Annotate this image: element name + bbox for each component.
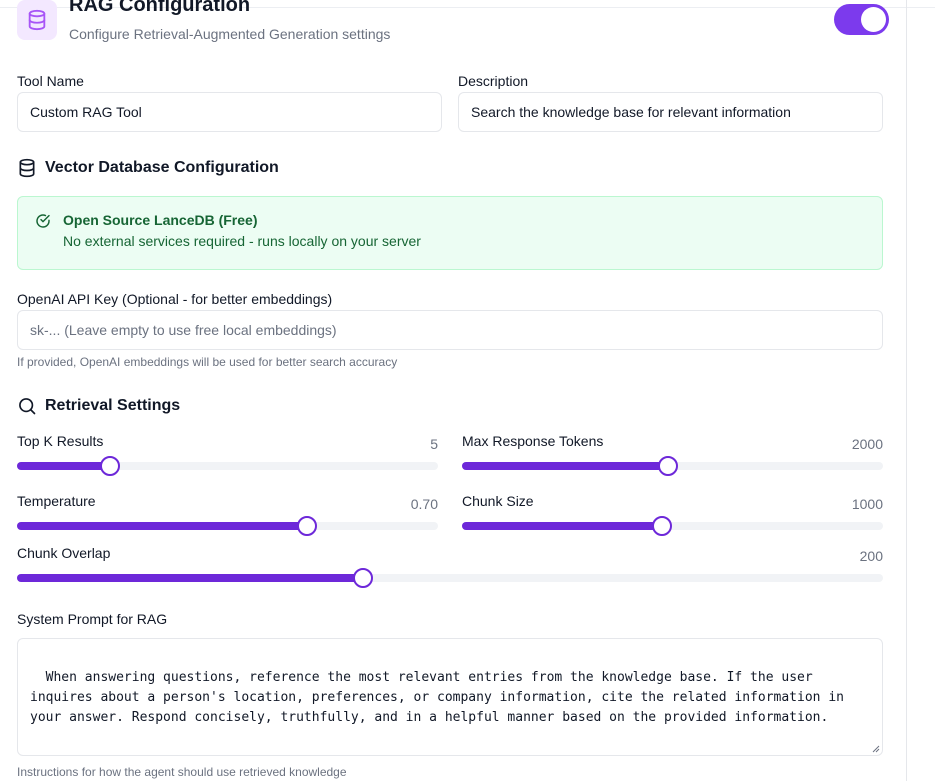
- api-key-label: OpenAI API Key (Optional - for better em…: [17, 291, 333, 307]
- chunk-overlap-value: 200: [859, 548, 883, 564]
- lancedb-info-box: Open Source LanceDB (Free) No external s…: [17, 196, 883, 270]
- max-tokens-value: 2000: [851, 436, 883, 452]
- top-k-label: Top K Results: [17, 433, 104, 449]
- slider-thumb[interactable]: [658, 456, 679, 476]
- max-tokens-label: Max Response Tokens: [462, 433, 604, 449]
- chunk-overlap-slider[interactable]: [17, 568, 883, 588]
- top-k-slider[interactable]: [17, 456, 438, 476]
- tool-name-input[interactable]: [17, 92, 442, 132]
- check-circle-icon: [36, 214, 50, 228]
- system-prompt-label: System Prompt for RAG: [17, 611, 168, 627]
- panel-divider: [906, 0, 907, 781]
- page-title: RAG Configuration: [69, 0, 251, 16]
- temperature-value: 0.70: [410, 496, 438, 512]
- system-prompt-text: When answering questions, reference the …: [30, 670, 852, 725]
- header-icon-container: [17, 0, 57, 40]
- chunk-size-value: 1000: [851, 496, 883, 512]
- retrieval-section-title: Retrieval Settings: [17, 396, 180, 416]
- resize-handle-icon[interactable]: [872, 745, 880, 753]
- page-subtitle: Configure Retrieval-Augmented Generation…: [69, 26, 391, 42]
- slider-thumb[interactable]: [100, 456, 121, 476]
- vector-db-section-label: Vector Database Configuration: [45, 159, 279, 176]
- search-icon: [19, 398, 36, 415]
- slider-fill: [462, 462, 669, 470]
- slider-thumb[interactable]: [297, 516, 318, 536]
- description-input[interactable]: [458, 92, 883, 132]
- description-label: Description: [458, 73, 529, 89]
- api-key-input[interactable]: [17, 310, 883, 350]
- database-icon: [28, 9, 46, 31]
- slider-fill: [462, 522, 662, 530]
- rag-enabled-toggle[interactable]: [834, 4, 889, 35]
- api-key-hint: If provided, OpenAI embeddings will be u…: [17, 355, 398, 369]
- tool-name-label: Tool Name: [17, 73, 84, 89]
- temperature-label: Temperature: [17, 493, 96, 509]
- database-icon: [19, 158, 35, 178]
- retrieval-section-label: Retrieval Settings: [45, 397, 181, 414]
- info-description: No external services required - runs loc…: [63, 233, 421, 249]
- slider-fill: [17, 522, 308, 530]
- chunk-overlap-label: Chunk Overlap: [17, 545, 111, 561]
- top-k-value: 5: [430, 436, 438, 452]
- chunk-size-label: Chunk Size: [462, 493, 534, 509]
- toggle-knob: [861, 7, 886, 32]
- chunk-size-slider[interactable]: [462, 516, 883, 536]
- system-prompt-textarea[interactable]: When answering questions, reference the …: [17, 638, 883, 756]
- max-tokens-slider[interactable]: [462, 456, 883, 476]
- slider-fill: [17, 574, 364, 582]
- temperature-slider[interactable]: [17, 516, 438, 536]
- info-title: Open Source LanceDB (Free): [63, 212, 258, 228]
- vector-db-section-title: Vector Database Configuration: [17, 158, 279, 178]
- slider-thumb[interactable]: [651, 516, 672, 536]
- slider-fill: [17, 462, 111, 470]
- system-prompt-hint: Instructions for how the agent should us…: [17, 765, 347, 779]
- slider-thumb[interactable]: [353, 568, 374, 588]
